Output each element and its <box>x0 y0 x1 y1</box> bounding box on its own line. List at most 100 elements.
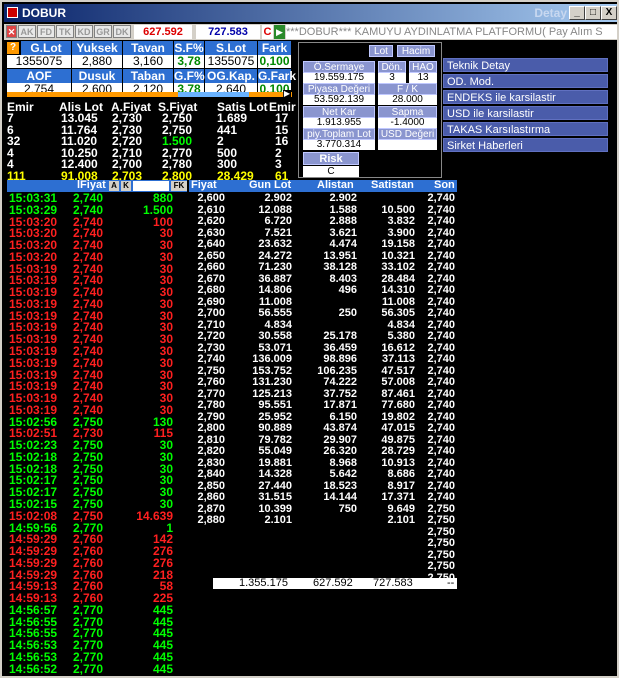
header-dusuk: Dusuk <box>72 69 122 83</box>
session-cell: 2,650 <box>197 249 225 262</box>
total-son: -- <box>447 577 455 589</box>
summary-panel: ? G.Lot Yuksek Tavan S.F% S.Lot Fark 135… <box>5 40 296 98</box>
session-cell: 19.802 <box>381 410 415 423</box>
close-button[interactable]: X <box>601 6 617 20</box>
session-header-satistan[interactable]: Satistan <box>371 179 414 191</box>
session-cell: 2,780 <box>197 399 225 411</box>
tag-ak[interactable]: AK <box>18 25 36 38</box>
menu-teknik-detay[interactable]: Teknik Detay <box>443 58 608 72</box>
session-cell: 153.752 <box>252 364 292 377</box>
header-tavan: Tavan <box>123 41 173 55</box>
session-cell: 2,840 <box>197 468 225 480</box>
arrow-right-icon[interactable]: ▶ <box>274 25 285 39</box>
session-cell: 2,740 <box>427 479 455 492</box>
session-cell: 8.968 <box>329 456 357 469</box>
session-cell: 12.088 <box>258 203 292 216</box>
tag-gr[interactable]: GR <box>94 25 112 38</box>
session-son-extra: 2,750 <box>427 537 455 549</box>
arrow-right-small-icon[interactable]: ▶ <box>283 90 291 98</box>
tag-fd[interactable]: FD <box>37 25 55 38</box>
trade-lot: 30 <box>159 355 173 370</box>
session-cell: 87.461 <box>381 387 415 400</box>
session-cell: 43.874 <box>323 422 357 434</box>
session-cell: 14.328 <box>258 468 292 480</box>
menu-endeks-karsilastir[interactable]: ENDEKS ile karsilastir <box>443 90 608 104</box>
fk-button[interactable]: FK <box>171 181 187 191</box>
session-cell: 2,790 <box>197 410 225 423</box>
label-risk-kodu: Risk Kodu <box>303 152 359 178</box>
session-cell: 98.896 <box>323 353 357 365</box>
session-cell: 3.621 <box>329 226 357 239</box>
session-cell: 2,600 <box>197 192 225 204</box>
session-cell: 8.917 <box>387 479 415 492</box>
header-yuksek: Yuksek <box>72 41 122 55</box>
session-son-extra: 2,750 <box>427 560 455 572</box>
session-cell: 750 <box>338 502 357 515</box>
lot-button[interactable]: Lot <box>369 45 393 57</box>
help-icon[interactable]: ? <box>7 42 19 54</box>
value-box-2: 727.583 <box>196 25 260 39</box>
a-filter-button[interactable]: A <box>109 181 119 191</box>
value-don: 3 <box>378 73 406 83</box>
session-header-fiyat[interactable]: Fiyat <box>191 179 217 191</box>
session-cell: 33.102 <box>381 261 415 273</box>
session-cell: 2,740 <box>427 192 455 204</box>
session-cell: 2,640 <box>197 238 225 250</box>
usd-degeri-button[interactable]: USD Değeri <box>378 128 437 140</box>
session-cell: 25.178 <box>323 330 357 342</box>
session-cell: 2,740 <box>427 226 455 239</box>
session-cell: 10.321 <box>381 249 415 262</box>
session-header-alistan[interactable]: Alistan <box>317 179 354 191</box>
total-alistan: 627.592 <box>313 577 353 589</box>
session-cell: 28.484 <box>381 272 415 285</box>
menu-takas-karsilastirma[interactable]: TAKAS Karsılastırma <box>443 122 608 136</box>
trade-time: 15:02:08 <box>9 508 58 523</box>
value-usd-degeri <box>378 140 437 150</box>
minimize-button[interactable]: _ <box>569 6 585 20</box>
session-cell: 16.612 <box>381 341 415 354</box>
session-cell: 6.150 <box>329 410 357 423</box>
session-cell: 30.558 <box>258 330 292 342</box>
session-cell: 2,730 <box>197 341 225 354</box>
session-header-son[interactable]: Son <box>434 179 455 191</box>
window-title-right: Detay <box>534 6 567 20</box>
trade-row: 15:03:19 2,740 30 <box>7 357 187 369</box>
session-cell: 14.144 <box>323 491 357 503</box>
hacim-button[interactable]: Hacim <box>397 45 435 57</box>
total-satistan: 727.583 <box>373 577 413 589</box>
c-label: C <box>262 25 273 39</box>
session-cell: 2,830 <box>197 456 225 469</box>
header-ogkap: OG.Kap. <box>205 69 257 83</box>
session-cell: 2,740 <box>427 422 455 434</box>
session-cell: 2.101 <box>264 514 292 526</box>
session-cell: 125.213 <box>252 387 292 400</box>
trade-lot: 445 <box>152 661 173 676</box>
trade-row: 14:56:52 2,770 445 <box>7 663 187 675</box>
session-cell: 2,720 <box>197 330 225 342</box>
session-cell: 2.888 <box>329 215 357 227</box>
tag-dk[interactable]: DK <box>113 25 131 38</box>
menu-usd-karsilastir[interactable]: USD ile karsilastir <box>443 106 608 120</box>
session-cell: 250 <box>338 307 357 319</box>
session-header: Fiyat Gun Lot Alistan Satistan Son <box>189 179 457 192</box>
trade-time: 15:03:29 <box>9 202 58 217</box>
session-cell: 55.049 <box>258 445 292 457</box>
trade-lot: 1.500 <box>142 202 173 217</box>
menu-sirket-haberleri[interactable]: Sirket Haberleri <box>443 138 608 152</box>
news-ticker[interactable]: ***DOBUR*** KAMUYU AYDINLATMA PLATFORMU(… <box>286 25 617 39</box>
session-cell: 106.235 <box>317 364 357 377</box>
session-cell: 2,660 <box>197 261 225 273</box>
session-cell: 496 <box>338 284 357 296</box>
maximize-button[interactable]: □ <box>585 6 601 20</box>
close-tab-icon[interactable]: ✕ <box>6 25 17 38</box>
session-header-gunlot[interactable]: Gun Lot <box>249 179 291 191</box>
session-cell: 2,740 <box>427 295 455 308</box>
filter-input[interactable] <box>133 181 169 191</box>
trade-price: 2,740 <box>73 202 104 217</box>
k-filter-button[interactable]: K <box>121 181 131 191</box>
menu-od-mod[interactable]: OD. Mod. <box>443 74 608 88</box>
value-piyasa-degeri: 53.592.139 <box>303 95 375 105</box>
tag-tk[interactable]: TK <box>56 25 74 38</box>
session-cell: 2,740 <box>427 249 455 262</box>
tag-kd[interactable]: KD <box>75 25 93 38</box>
